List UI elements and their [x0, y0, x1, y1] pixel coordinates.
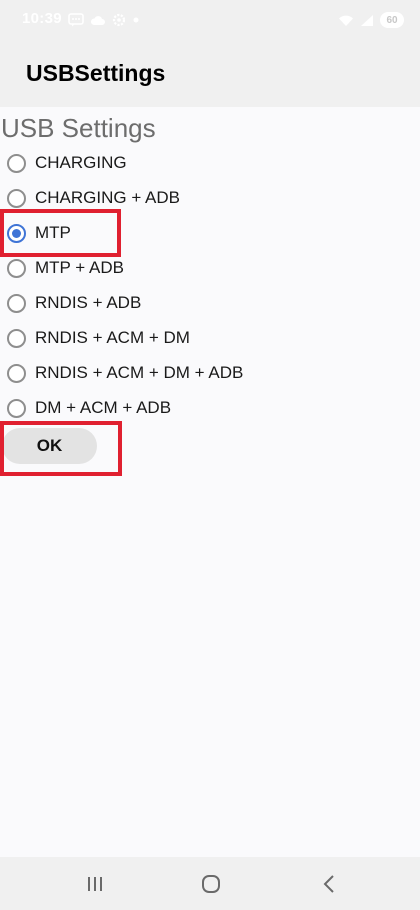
- radio-button[interactable]: [7, 398, 26, 418]
- status-time: 10:39: [22, 10, 62, 27]
- wifi-icon: [339, 15, 353, 26]
- radio-option-rndis-acm-dm[interactable]: RNDIS + ACM + DM: [7, 325, 190, 351]
- radio-label: DM + ACM + ADB: [35, 398, 172, 417]
- back-button[interactable]: [316, 871, 342, 897]
- navigation-bar: [0, 857, 420, 910]
- status-bar: 10:39 60: [0, 0, 420, 40]
- cloud-icon: [90, 16, 105, 25]
- radio-label: RNDIS + ACM + DM: [35, 328, 190, 347]
- radio-option-mtp-adb[interactable]: MTP + ADB: [7, 255, 124, 281]
- radio-button[interactable]: [7, 293, 26, 313]
- radio-option-rndis-adb[interactable]: RNDIS + ADB: [7, 290, 141, 316]
- chat-icon: [68, 13, 84, 27]
- home-icon: [202, 875, 220, 893]
- radio-button[interactable]: [7, 363, 26, 383]
- highlight-box-ok: [0, 421, 122, 476]
- radio-button[interactable]: [7, 328, 26, 348]
- radio-button[interactable]: [7, 153, 26, 173]
- highlight-box-mtp: [0, 209, 121, 257]
- status-notification-icons: [68, 12, 140, 28]
- settings-icon: [112, 13, 126, 27]
- radio-label: RNDIS + ADB: [35, 293, 142, 312]
- radio-label: CHARGING: [35, 153, 127, 172]
- radio-option-charging-adb[interactable]: CHARGING + ADB: [7, 185, 180, 211]
- usb-settings-content: USB Settings CHARGING CHARGING + ADB MTP…: [0, 107, 420, 857]
- battery-icon: 60: [380, 12, 404, 28]
- radio-label: RNDIS + ACM + DM + ADB: [35, 363, 244, 382]
- status-system-icons: 60: [338, 11, 404, 29]
- home-button[interactable]: [198, 871, 224, 897]
- back-icon: [323, 875, 334, 893]
- radio-label: CHARGING + ADB: [35, 188, 181, 207]
- signal-icon: [361, 14, 373, 26]
- app-bar: USBSettings: [0, 40, 420, 107]
- radio-option-dm-acm-adb[interactable]: DM + ACM + ADB: [7, 395, 171, 421]
- radio-button[interactable]: [7, 258, 26, 278]
- radio-label: MTP + ADB: [35, 258, 124, 277]
- radio-option-rndis-acm-dm-adb[interactable]: RNDIS + ACM + DM + ADB: [7, 360, 243, 386]
- radio-option-charging[interactable]: CHARGING: [7, 150, 127, 176]
- recent-apps-button[interactable]: [82, 871, 108, 897]
- radio-button[interactable]: [7, 188, 26, 208]
- battery-level: 60: [386, 14, 398, 26]
- recent-apps-icon: [88, 877, 102, 891]
- dot-icon: [133, 17, 139, 23]
- section-title: USB Settings: [1, 113, 156, 143]
- app-title: USBSettings: [26, 60, 166, 86]
